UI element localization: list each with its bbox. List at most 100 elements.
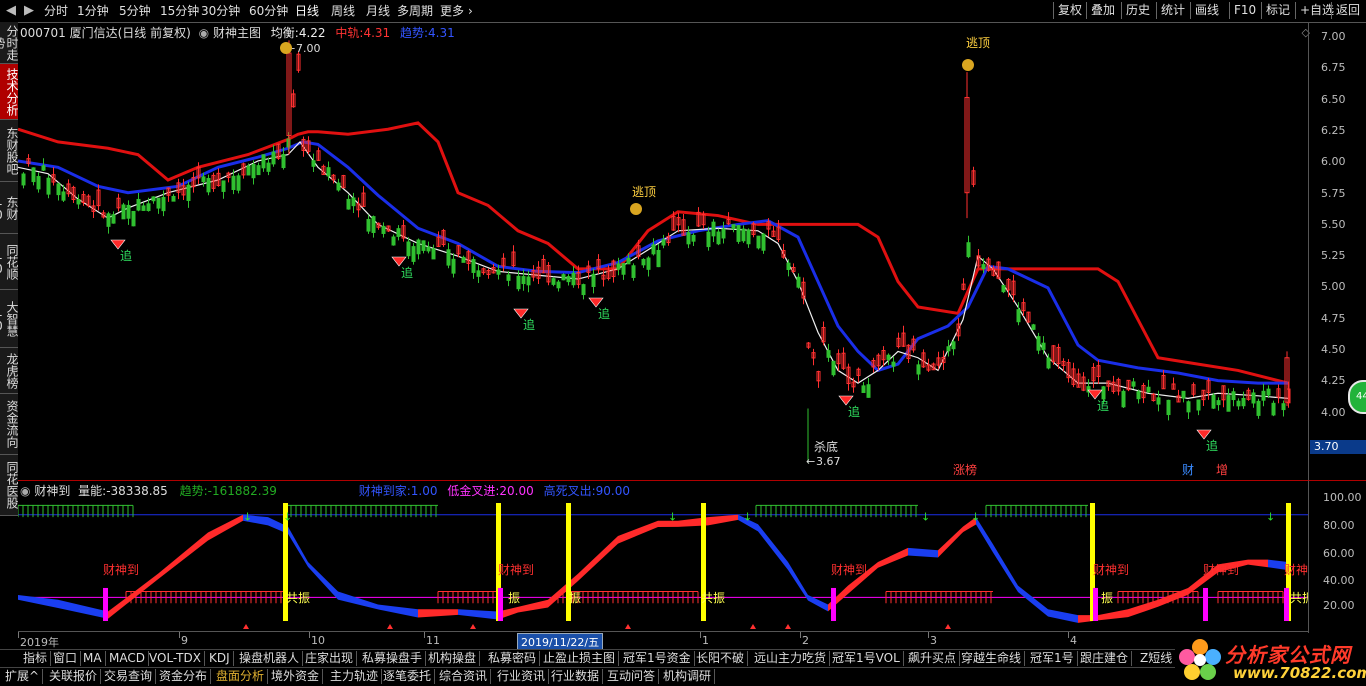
ext-tab-6[interactable]: 主力轨迹	[327, 669, 383, 684]
period-tab-7[interactable]: 周线	[331, 3, 355, 19]
candle-body	[281, 154, 286, 169]
settings-icon[interactable]: ◉	[20, 484, 30, 498]
candle-body	[1196, 399, 1201, 411]
sidebar-tab-8[interactable]: 同花医股	[0, 455, 19, 516]
indicator-tab-6[interactable]: 操盘机器人	[236, 651, 304, 666]
ind-name[interactable]: 财神到	[34, 484, 70, 498]
period-tab-4[interactable]: 30分钟	[201, 3, 240, 19]
candle-body	[661, 239, 666, 246]
indicator-tab-20[interactable]: Z短线	[1137, 651, 1177, 666]
sidebar-tab-0[interactable]: 分时走势	[0, 22, 19, 64]
toolbar-button-1[interactable]: 叠加	[1086, 2, 1119, 19]
sidebar-tab-1[interactable]: 技术分析	[0, 64, 19, 120]
period-tab-3[interactable]: 15分钟	[160, 3, 199, 19]
candle-body	[126, 204, 131, 219]
period-tab-2[interactable]: 5分钟	[119, 3, 151, 19]
indicator-tab-16[interactable]: 飙升买点	[905, 651, 961, 666]
period-tab-10[interactable]: 更多	[440, 3, 464, 19]
zhen-label: 振	[1101, 591, 1113, 605]
back-arrow-icon[interactable]: ◀	[6, 3, 16, 18]
candle-body	[691, 234, 696, 242]
period-tab-5[interactable]: 60分钟	[249, 3, 288, 19]
ext-tab-2[interactable]: 交易查询	[101, 669, 157, 684]
indicator-tab-2[interactable]: MA	[80, 651, 106, 666]
low-marker-label: 3.67	[816, 455, 841, 468]
price-chart[interactable]: 7.00←3.67←杀底逃顶逃顶追追追追追追追涨榜财增 000701 厦门信达(…	[17, 22, 1310, 480]
candle-body	[561, 274, 566, 281]
trend-value: 4.31	[428, 26, 455, 40]
ext-tab-12[interactable]: 机构调研	[660, 669, 716, 684]
indicator-tab-19[interactable]: 跟庄建仓	[1077, 651, 1133, 666]
ext-tab-7[interactable]: 逐笔委托	[380, 669, 436, 684]
toolbar-button-8[interactable]: 返回	[1331, 2, 1364, 19]
vol-value: -38338.85	[106, 484, 168, 498]
toolbar-button-3[interactable]: 统计	[1156, 2, 1189, 19]
indicator-tab-9[interactable]: 机构操盘	[425, 651, 481, 666]
indicator-tab-4[interactable]: VOL-TDX	[146, 651, 205, 666]
indicator-tab-8[interactable]: 私募操盘手	[359, 651, 427, 666]
indicator-tab-15[interactable]: 冠军1号VOL	[829, 651, 904, 666]
indicator-tab-13[interactable]: 长阳不破	[693, 651, 749, 666]
sidebar-tab-7[interactable]: 资金流向	[0, 394, 19, 455]
ribbon-segment	[618, 520, 658, 544]
indicator-tab-1[interactable]: 窗口	[50, 651, 82, 666]
toolbar-button-5[interactable]: F10	[1229, 2, 1260, 19]
candle-body	[41, 165, 46, 171]
time-label-4: 1	[702, 634, 709, 647]
indicator-tab-12[interactable]: 冠军1号资金	[620, 651, 695, 666]
indicator-svg[interactable]: ↓↓↓↓↓↓↓财神到财神到财神到财神到财神到财神到共振共振共振振振振	[17, 481, 1320, 631]
indicator-tab-17[interactable]: 穿越生命线	[958, 651, 1026, 666]
indicator-tab-14[interactable]: 远山主力吃货	[751, 651, 831, 666]
more-arrow-icon[interactable]: ›	[468, 3, 473, 19]
sidebar-tab-3[interactable]: 东财10	[0, 182, 19, 234]
candle-body	[46, 177, 51, 195]
caishen-label: 财神到	[831, 563, 867, 577]
ribbon-segment	[288, 526, 308, 567]
ribbon-segment	[1248, 559, 1268, 568]
sidebar-tab-2[interactable]: 东财股吧	[0, 120, 19, 182]
indicator-tab-11[interactable]: 止盈止损主图	[540, 651, 620, 666]
ext-tab-5[interactable]: 境外资金	[268, 669, 324, 684]
indicator-tab-0[interactable]: 指标	[20, 651, 52, 666]
ext-tab-9[interactable]: 行业资讯	[494, 669, 550, 684]
candle-body	[1136, 391, 1141, 400]
sidebar-tab-5[interactable]: 大智慧10	[0, 290, 19, 348]
period-tab-6[interactable]: 日线	[295, 3, 319, 19]
candle-body	[366, 218, 371, 232]
candle-body	[946, 346, 951, 352]
period-tab-8[interactable]: 月线	[366, 3, 390, 19]
indicator-tab-3[interactable]: MACD	[106, 651, 149, 666]
candle-body	[1241, 397, 1246, 407]
period-tab-1[interactable]: 1分钟	[77, 3, 109, 19]
period-tab-9[interactable]: 多周期	[397, 3, 433, 19]
toolbar-button-2[interactable]: 历史	[1121, 2, 1154, 19]
sidebar-tab-6[interactable]: 龙虎榜	[0, 348, 19, 394]
ext-tab-3[interactable]: 资金分布	[156, 669, 212, 684]
indicator-name[interactable]: 财神主图	[213, 26, 261, 40]
indicator-tab-5[interactable]: KDJ	[206, 651, 234, 666]
indicator-tab-7[interactable]: 庄家出现	[302, 651, 358, 666]
ext-tab-4[interactable]: 盘面分析	[213, 669, 269, 684]
ext-tab-8[interactable]: 综合资讯	[436, 669, 492, 684]
candle-body	[1036, 336, 1041, 351]
ext-tab-11[interactable]: 互动问答	[604, 669, 660, 684]
price-chart-svg[interactable]: 7.00←3.67←杀底逃顶逃顶追追追追追追追涨榜财增	[17, 22, 1308, 480]
ext-tab-1[interactable]: 关联报价	[46, 669, 102, 684]
ext-tab-10[interactable]: 行业数据	[548, 669, 604, 684]
candle-body	[571, 272, 576, 286]
ext-tab-0[interactable]: 扩展^	[2, 669, 44, 684]
forward-arrow-icon[interactable]: ▶	[24, 3, 34, 18]
indicator-tab-10[interactable]: 私募密码	[485, 651, 541, 666]
ma-label: 均衡:	[270, 26, 299, 40]
toolbar-button-4[interactable]: 画线	[1190, 2, 1223, 19]
indicator-panel[interactable]: ↓↓↓↓↓↓↓财神到财神到财神到财神到财神到财神到共振共振共振振振振 ◉ 财神到…	[17, 480, 1320, 633]
chase-label: 追	[523, 317, 535, 332]
toolbar-button-6[interactable]: 标记	[1261, 2, 1294, 19]
indicator-tab-18[interactable]: 冠军1号	[1027, 651, 1078, 666]
candle-body	[111, 214, 116, 224]
period-tab-0[interactable]: 分时	[44, 3, 68, 19]
price-tick-11: 4.25	[1321, 374, 1346, 388]
sidebar-tab-4[interactable]: 同花顺10	[0, 234, 19, 290]
settings-icon[interactable]: ◉	[199, 26, 209, 40]
toolbar-button-0[interactable]: 复权	[1053, 2, 1086, 19]
